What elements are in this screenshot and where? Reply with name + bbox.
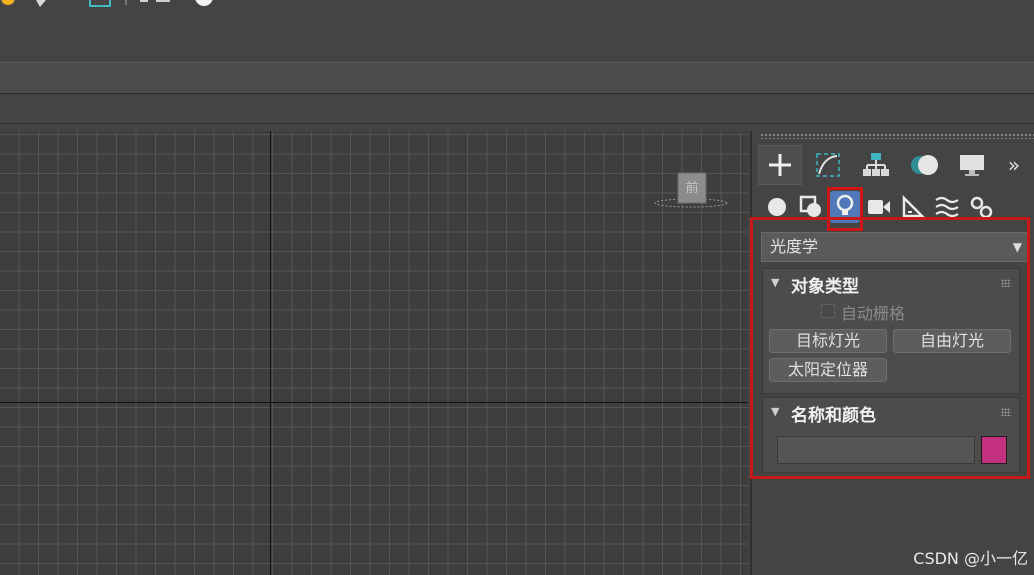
tab-display[interactable] — [950, 145, 994, 185]
shapes-icon — [799, 195, 821, 217]
display-icon — [960, 155, 984, 176]
toolbar-icon[interactable] — [1, 0, 15, 5]
toolbar-icon[interactable] — [140, 0, 148, 2]
toolbar-icon[interactable] — [89, 0, 111, 7]
plus-icon — [769, 154, 791, 176]
toolbar-icon[interactable] — [195, 0, 213, 6]
motion-icon — [911, 155, 938, 175]
panel-highlight-box — [750, 217, 1030, 479]
viewport-axis-horizontal — [0, 402, 748, 403]
viewport-axis-vertical — [270, 131, 271, 575]
toolbar-icon[interactable] — [156, 0, 170, 2]
helpers-icon — [902, 195, 925, 218]
viewport-label-bar — [0, 94, 1034, 124]
tab-create[interactable] — [758, 145, 802, 185]
curve-icon — [816, 153, 840, 177]
toolbar-icons-strip — [1, 0, 213, 7]
panel-grip[interactable] — [760, 133, 1034, 139]
command-panel: » 光度学 ▼ ▼ 对象类型 自动栅格 目标灯光 自由灯光 太阳定位器 ▼ 名称… — [750, 131, 1034, 575]
geometry-icon — [768, 198, 786, 216]
toolbar-icon[interactable] — [36, 0, 46, 7]
spacewarps-icon — [935, 196, 959, 218]
tab-more[interactable]: » — [998, 145, 1030, 185]
tab-hierarchy[interactable] — [854, 145, 898, 185]
tab-motion[interactable] — [902, 145, 946, 185]
ribbon-bar — [0, 62, 1034, 94]
tab-modify[interactable] — [806, 145, 850, 185]
viewcube[interactable]: 前 — [652, 170, 730, 212]
front-viewport[interactable] — [0, 131, 748, 575]
hierarchy-icon — [863, 153, 889, 176]
viewcube-face-label: 前 — [685, 180, 698, 196]
main-toolbar — [0, 0, 1034, 62]
cameras-icon — [868, 200, 890, 214]
watermark: CSDN @小一亿 — [913, 549, 1028, 568]
